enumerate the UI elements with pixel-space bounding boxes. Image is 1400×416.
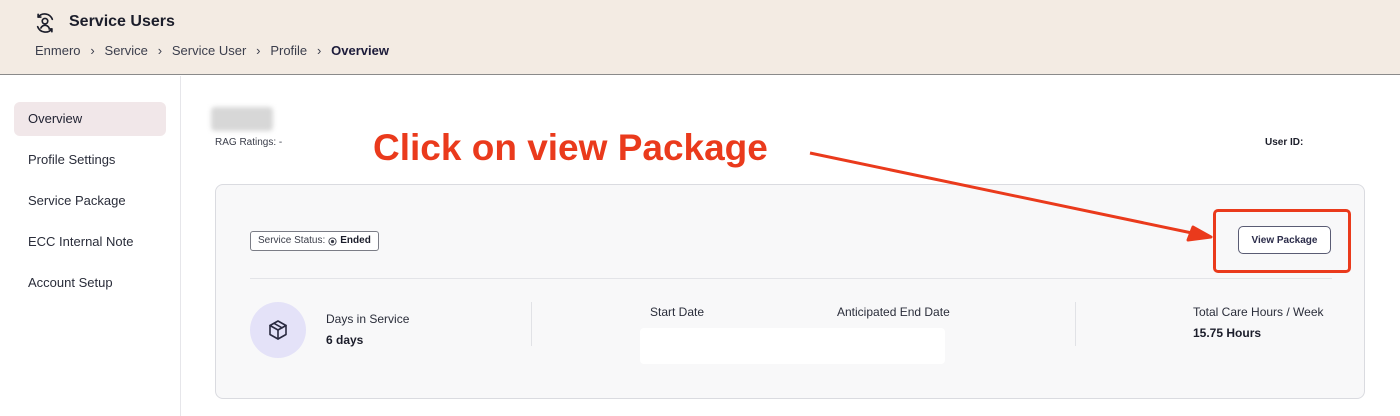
total-care-hours-value: 15.75 Hours	[1193, 326, 1262, 340]
anticipated-end-date-label: Anticipated End Date	[837, 305, 950, 319]
breadcrumb-service-user[interactable]: Service User	[172, 43, 246, 58]
start-date-label: Start Date	[650, 305, 705, 319]
breadcrumb-profile[interactable]: Profile	[270, 43, 307, 58]
chevron-right-icon: ›	[90, 43, 95, 58]
status-circle-icon	[328, 236, 337, 246]
user-name-redacted	[211, 107, 273, 131]
status-badge: Service Status: Ended	[250, 231, 379, 251]
page-header: Service Users Enmero › Service › Service…	[0, 0, 1400, 75]
user-id-label: User ID:	[1265, 137, 1304, 148]
service-card: Service Status: Ended View Package Days …	[215, 184, 1365, 399]
chevron-right-icon: ›	[317, 43, 322, 58]
package-box-icon	[269, 320, 287, 340]
stat-divider	[1075, 302, 1076, 346]
sidebar-item-profile-settings[interactable]: Profile Settings	[14, 143, 166, 177]
dates-redacted	[640, 328, 945, 364]
rag-ratings: RAG Ratings: -	[215, 137, 283, 148]
total-care-hours-label: Total Care Hours / Week	[1193, 305, 1324, 319]
breadcrumb-overview: Overview	[331, 43, 389, 58]
status-value: Ended	[340, 235, 371, 246]
breadcrumb: Enmero › Service › Service User › Profil…	[35, 43, 389, 58]
days-in-service-value: 6 days	[326, 333, 364, 347]
package-icon-circle	[250, 302, 306, 358]
chevron-right-icon: ›	[157, 43, 163, 58]
breadcrumb-enmero[interactable]: Enmero	[35, 43, 81, 58]
breadcrumb-service[interactable]: Service	[105, 43, 148, 58]
sidebar: Overview Profile Settings Service Packag…	[0, 76, 181, 416]
sidebar-item-service-package[interactable]: Service Package	[14, 184, 166, 218]
sidebar-item-ecc-internal-note[interactable]: ECC Internal Note	[14, 225, 166, 259]
users-cycle-icon	[36, 13, 54, 33]
chevron-right-icon: ›	[256, 43, 261, 58]
card-divider	[250, 278, 1332, 279]
stat-divider	[531, 302, 532, 346]
annotation-highlight-box	[1213, 209, 1351, 273]
days-in-service-label: Days in Service	[326, 312, 410, 326]
sidebar-item-account-setup[interactable]: Account Setup	[14, 266, 166, 300]
sidebar-item-overview[interactable]: Overview	[14, 102, 166, 136]
annotation-text: Click on view Package	[373, 127, 768, 168]
status-label: Service Status:	[258, 235, 326, 246]
page-title: Service Users	[69, 13, 175, 30]
